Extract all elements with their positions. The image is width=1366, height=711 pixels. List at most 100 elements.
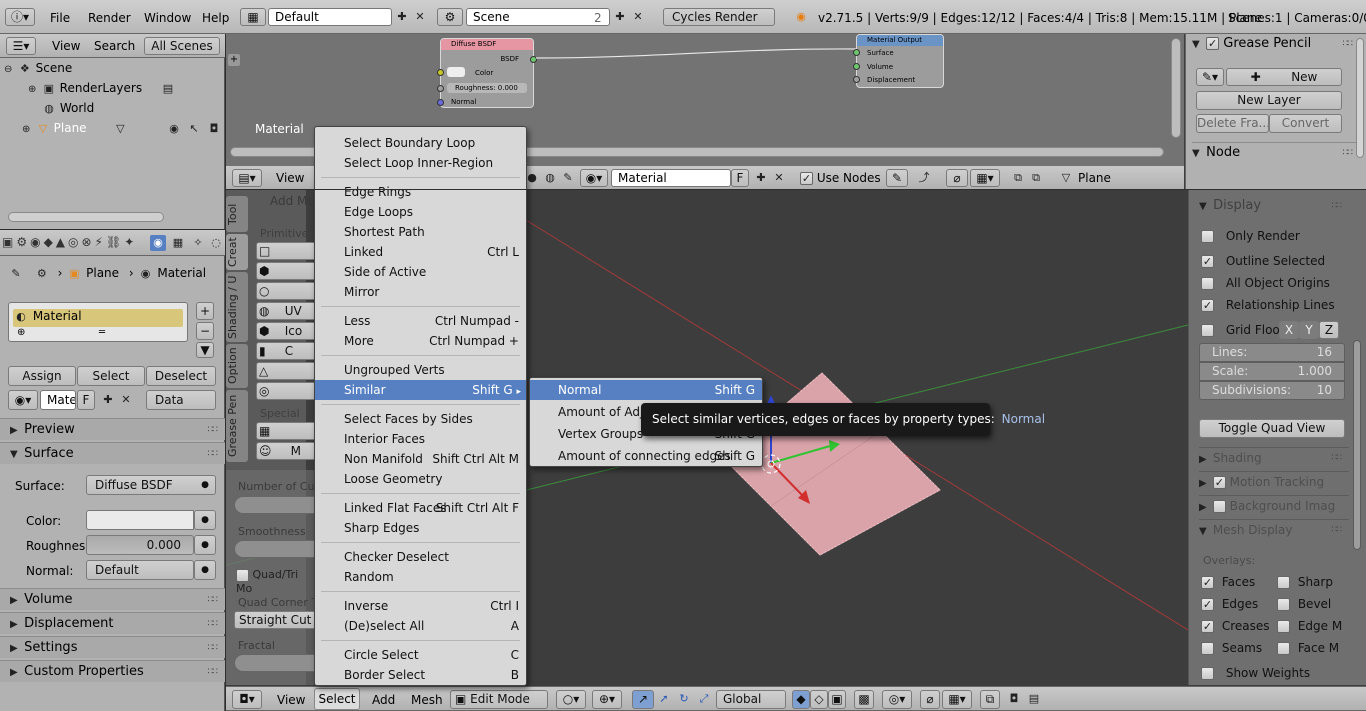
preview-panel-header[interactable]: ▶ Preview ∷∷: [0, 418, 225, 440]
new-layer-button[interactable]: New Layer: [1196, 91, 1342, 110]
menu-item-deselect-all[interactable]: (De)select All A: [315, 616, 526, 636]
menu-item-ungrouped-verts[interactable]: Ungrouped Verts: [315, 360, 526, 380]
surface-panel-header[interactable]: ▼ Surface ∷∷: [0, 442, 225, 464]
checkbox-icon[interactable]: [1277, 620, 1290, 633]
axis-y-toggle[interactable]: Y: [1299, 321, 1319, 339]
face-select-mode[interactable]: ▣: [828, 690, 846, 709]
checkbox-icon[interactable]: [1277, 598, 1290, 611]
menu-item-loose-geometry[interactable]: Loose Geometry: [315, 469, 526, 489]
outliner-item-scene[interactable]: ⊖ ❖ Scene: [4, 61, 219, 79]
fractal-field[interactable]: [234, 654, 324, 672]
drag-handle-icon[interactable]: ∷∷: [1343, 34, 1354, 54]
grease-pencil-new-button[interactable]: ✚ New: [1226, 68, 1342, 86]
settings-panel-header[interactable]: ▶ Settings ∷∷: [0, 636, 225, 658]
edges-checkbox[interactable]: Edges: [1201, 597, 1258, 611]
bevel-checkbox[interactable]: Bevel: [1277, 597, 1331, 611]
drag-handle-icon[interactable]: ∷∷: [208, 637, 219, 659]
view3d-view-menu[interactable]: View: [277, 693, 305, 707]
snap-toggle[interactable]: ⌀: [920, 690, 940, 709]
checkbox-icon[interactable]: [1277, 642, 1290, 655]
visibility-eye-icon[interactable]: ◉: [166, 121, 182, 137]
menu-item-inverse[interactable]: Inverse Ctrl I: [315, 596, 526, 616]
properties-context-tabs[interactable]: ▣⚙◉◆▲◎⊗⚡⛓✦: [2, 235, 137, 249]
use-nodes-checkbox[interactable]: Use Nodes: [800, 171, 881, 185]
drag-handle-icon[interactable]: ∷∷: [208, 419, 219, 441]
use-nodes-check-icon[interactable]: [800, 172, 813, 185]
menu-item-linked[interactable]: Linked Ctrl L: [315, 242, 526, 262]
motion-tracking-panel-header[interactable]: ▶ Motion Tracking: [1199, 471, 1349, 491]
outliner-scrollbar[interactable]: [8, 212, 164, 222]
fake-user-button[interactable]: F: [77, 390, 95, 410]
grid-subdivisions-field[interactable]: Subdivisions: 10: [1199, 381, 1345, 400]
transform-orientation-select[interactable]: Global: [716, 690, 786, 709]
menu-item-sharp-edges[interactable]: Sharp Edges: [315, 518, 526, 538]
view3d-editor-type-icon[interactable]: ◘▾: [232, 690, 262, 709]
checkbox-icon[interactable]: [236, 568, 249, 582]
new-material-icon[interactable]: ✚: [100, 392, 116, 408]
roughness-socket-button[interactable]: ●: [194, 535, 216, 555]
color-swatch[interactable]: [86, 510, 194, 530]
socket-color-input[interactable]: [437, 69, 444, 76]
roughness-slider[interactable]: 0.000: [86, 535, 194, 555]
menu-item-linked-flat-faces[interactable]: Linked Flat Faces Shift Ctrl Alt F: [315, 498, 526, 518]
menu-item-random[interactable]: Random: [315, 567, 526, 587]
renderable-camera-icon[interactable]: ◘: [206, 121, 222, 137]
socket-surface-input[interactable]: [853, 49, 860, 56]
drag-handle-icon[interactable]: ∷∷: [208, 613, 219, 635]
menu-item-select-loop-inner-region[interactable]: Select Loop Inner-Region: [315, 153, 526, 173]
deselect-button[interactable]: Deselect: [146, 366, 216, 386]
unlink-material-icon[interactable]: ✕: [118, 392, 134, 408]
add-cylinder-button[interactable]: ▮ C: [256, 342, 316, 360]
area-divider[interactable]: [226, 189, 1366, 190]
tab-tool[interactable]: Tool: [226, 196, 248, 232]
drag-handle-icon[interactable]: ∷∷: [1332, 196, 1343, 216]
material-slot-item[interactable]: ◐ Material: [13, 309, 183, 327]
interaction-mode-select[interactable]: ▣ Edit Mode: [450, 690, 548, 709]
rotate-manipulator-icon[interactable]: ↻: [676, 691, 692, 707]
add-region-icon[interactable]: +: [228, 54, 240, 66]
outliner-view-menu[interactable]: View: [52, 39, 80, 53]
node-fake-user-button[interactable]: F: [731, 169, 749, 187]
menu-item-more[interactable]: More Ctrl Numpad +: [315, 331, 526, 351]
grease-pencil-toggle[interactable]: [1206, 37, 1220, 50]
grid-scale-field[interactable]: Scale: 1.000: [1199, 362, 1345, 381]
material-tab-icon[interactable]: ◉: [150, 235, 166, 251]
material-slot-specials-icon[interactable]: ▼: [196, 342, 214, 358]
menu-window[interactable]: Window: [144, 11, 191, 25]
node-editor-type-icon[interactable]: ▤▾: [232, 169, 262, 187]
menu-item-similar[interactable]: Similar Shift G ▸: [315, 380, 526, 400]
delete-frame-button[interactable]: Delete Fra...: [1196, 114, 1269, 133]
list-resize-grip-icon[interactable]: ═: [99, 327, 105, 338]
remove-material-slot-icon[interactable]: −: [196, 322, 214, 340]
sharp-checkbox[interactable]: Sharp: [1277, 575, 1333, 589]
proportional-editing-select[interactable]: ◎▾: [882, 690, 912, 709]
menu-render[interactable]: Render: [88, 11, 131, 25]
checkbox-icon[interactable]: [1201, 576, 1214, 589]
menu-item-circle-select[interactable]: Circle Select C: [315, 645, 526, 665]
normal-select[interactable]: Default: [86, 560, 194, 580]
sidebar-vscrollbar[interactable]: [1356, 38, 1364, 158]
info-editor-type-button[interactable]: ⓘ▾: [5, 8, 35, 26]
assign-button[interactable]: Assign: [8, 366, 76, 386]
checkbox-icon[interactable]: [1277, 576, 1290, 589]
smoothness-field[interactable]: [234, 540, 324, 558]
mesh-display-panel-header[interactable]: ▼ Mesh Display ∷∷: [1199, 519, 1349, 539]
normal-socket-button[interactable]: ●: [194, 560, 216, 580]
tab-options[interactable]: Option: [226, 344, 248, 388]
color-swatch-small[interactable]: [447, 67, 465, 77]
texture-tab-icon[interactable]: ▦: [170, 235, 186, 251]
grease-pencil-browse-icon[interactable]: ✎▾: [1196, 68, 1224, 86]
edge-marks-checkbox[interactable]: Edge M: [1277, 619, 1342, 633]
expand-icon[interactable]: ⊕: [22, 124, 32, 135]
outliner-editor-type-icon[interactable]: ☰▾: [6, 37, 36, 55]
drag-handle-icon[interactable]: ∷∷: [208, 589, 219, 611]
menu-item-select-boundary-loop[interactable]: Select Boundary Loop: [315, 133, 526, 153]
expand-icon[interactable]: ⊕: [28, 84, 38, 95]
area-divider[interactable]: [225, 34, 226, 711]
seams-checkbox[interactable]: Seams: [1201, 641, 1262, 655]
face-marks-checkbox[interactable]: Face M: [1277, 641, 1339, 655]
vertex-select-mode[interactable]: ◆: [792, 690, 810, 709]
submenu-item-normal[interactable]: Normal Shift G: [530, 380, 762, 400]
outline-selected-checkbox[interactable]: Outline Selected: [1201, 254, 1325, 268]
delete-scene-icon[interactable]: ✕: [630, 9, 646, 25]
